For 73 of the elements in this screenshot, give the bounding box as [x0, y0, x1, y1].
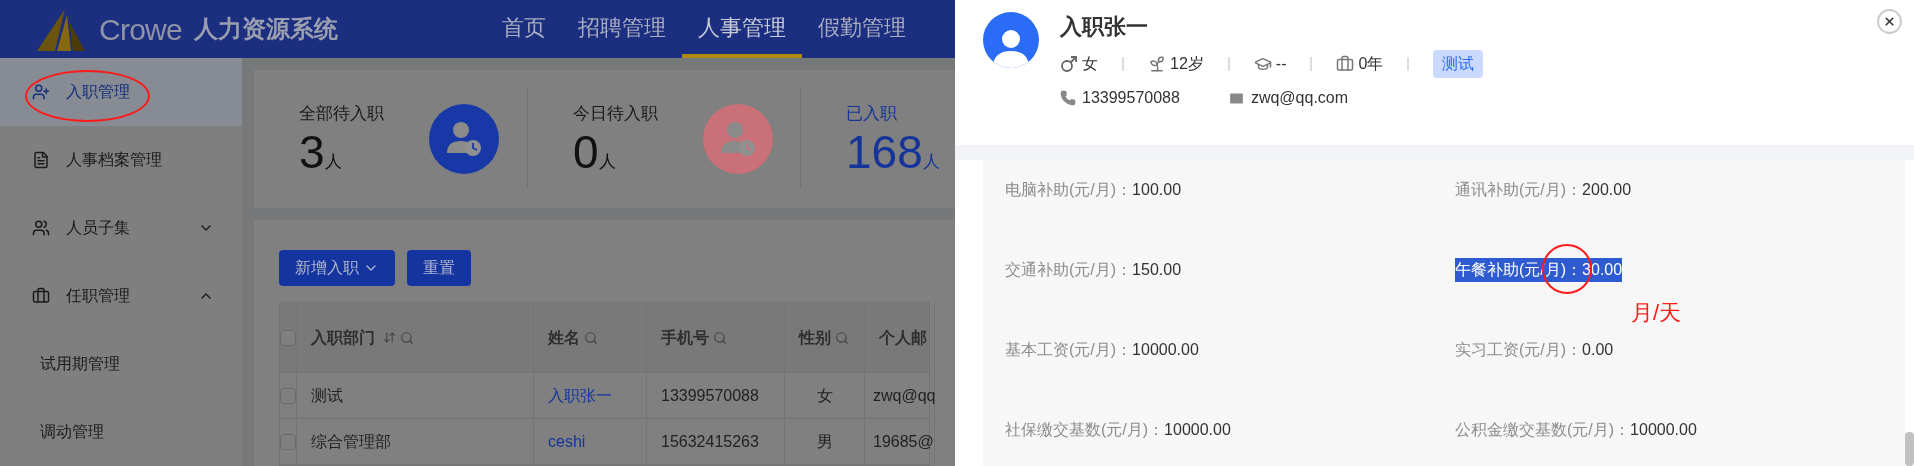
- nav-tab[interactable]: 招聘管理: [561, 0, 682, 58]
- stat-unit: 人: [324, 152, 342, 174]
- profile-meta: 女: [1082, 54, 1098, 74]
- table-cell-text: 测试: [311, 385, 343, 406]
- sort-icon[interactable]: [383, 331, 396, 344]
- stat-unit: 人: [598, 152, 616, 174]
- stat-label: 全部待入职: [299, 103, 385, 126]
- phone-number: 13399570088: [1082, 88, 1180, 108]
- sidebar-subitem[interactable]: 调动管理: [0, 398, 242, 466]
- close-icon: [1883, 15, 1896, 28]
- department-tag: 测试: [1433, 50, 1484, 78]
- mail-icon: [1227, 89, 1245, 107]
- stat-value: 0: [573, 126, 599, 177]
- sprout-icon: [1148, 55, 1166, 73]
- name-link[interactable]: 入职张一: [548, 383, 612, 408]
- employee-name: 入职张一: [1060, 13, 1149, 41]
- sidebar-item[interactable]: 入职管理: [0, 58, 242, 126]
- detail-field: 社保缴交基数(元/月)：10000.00: [1005, 418, 1231, 442]
- logo-text: Crowe: [99, 11, 182, 48]
- stat-value: 3: [299, 126, 325, 177]
- add-dropdown-button[interactable]: 新增入职: [279, 250, 395, 286]
- profile-meta: 12岁: [1170, 54, 1204, 74]
- menu-icon: [32, 151, 50, 169]
- column-header: 个人邮: [879, 327, 927, 348]
- briefcase-icon: [1336, 55, 1355, 73]
- search-icon[interactable]: [835, 330, 849, 345]
- sidebar-item[interactable]: 任职管理: [0, 262, 242, 330]
- table-cell-text: 13399570088: [661, 385, 759, 406]
- column-header: 手机号: [661, 327, 709, 348]
- stat-label: 已入职: [846, 103, 898, 126]
- graduation-cap-icon: [1253, 55, 1272, 73]
- email-address: zwq@qq.com: [1250, 88, 1349, 108]
- stat-unit: 人: [922, 152, 940, 174]
- search-icon[interactable]: [584, 330, 598, 345]
- menu-icon: [32, 219, 50, 237]
- nav-tab[interactable]: 首页: [485, 0, 562, 58]
- annotation-note: 月/天: [1631, 299, 1682, 327]
- table-cell-text: 19685@: [873, 431, 934, 452]
- detail-field: 实习工资(元/月)：0.00: [1455, 338, 1614, 362]
- menu-icon: [32, 287, 50, 305]
- male-sign-icon: [1060, 55, 1078, 73]
- profile-meta: 0年: [1358, 54, 1384, 74]
- scrollbar-thumb[interactable]: [1905, 432, 1914, 466]
- reset-button[interactable]: 重置: [407, 250, 471, 286]
- stat-value: 168: [846, 126, 923, 177]
- sidebar-subitem[interactable]: 试用期管理: [0, 330, 242, 398]
- column-header: 性别: [799, 327, 831, 348]
- detail-field: 交通补助(元/月)：150.00: [1005, 258, 1182, 282]
- phone-icon: [1060, 90, 1076, 106]
- nav-tab[interactable]: 假勤管理: [801, 0, 922, 58]
- table-cell-text: 综合管理部: [311, 431, 391, 452]
- table-cell-text: 15632415263: [661, 431, 759, 452]
- detail-field: 电脑补助(元/月)：100.00: [1005, 178, 1182, 202]
- detail-field: 通讯补助(元/月)：200.00: [1455, 178, 1632, 202]
- name-link[interactable]: ceshi: [548, 429, 586, 454]
- column-header: 入职部门: [311, 327, 375, 348]
- sidebar-item[interactable]: 人员子集: [0, 194, 242, 262]
- avatar: [983, 12, 1039, 68]
- menu-icon: [32, 83, 50, 101]
- search-icon[interactable]: [400, 330, 414, 345]
- table-cell-text: zwq@qq: [873, 385, 936, 406]
- detail-field: 公积金缴交基数(元/月)：10000.00: [1455, 418, 1697, 442]
- search-icon[interactable]: [713, 330, 727, 345]
- table-cell-text: 女: [816, 385, 833, 406]
- close-button[interactable]: [1877, 9, 1902, 34]
- sidebar-item[interactable]: 人事档案管理: [0, 126, 242, 194]
- table-cell-text: 男: [816, 431, 833, 452]
- logo-icon: [35, 7, 87, 51]
- stat-label: 今日待入职: [573, 103, 659, 126]
- detail-field: 基本工资(元/月)：10000.00: [1005, 338, 1199, 362]
- column-header: 姓名: [548, 327, 580, 348]
- system-title: 人力资源系统: [193, 14, 338, 44]
- profile-meta: --: [1275, 54, 1287, 74]
